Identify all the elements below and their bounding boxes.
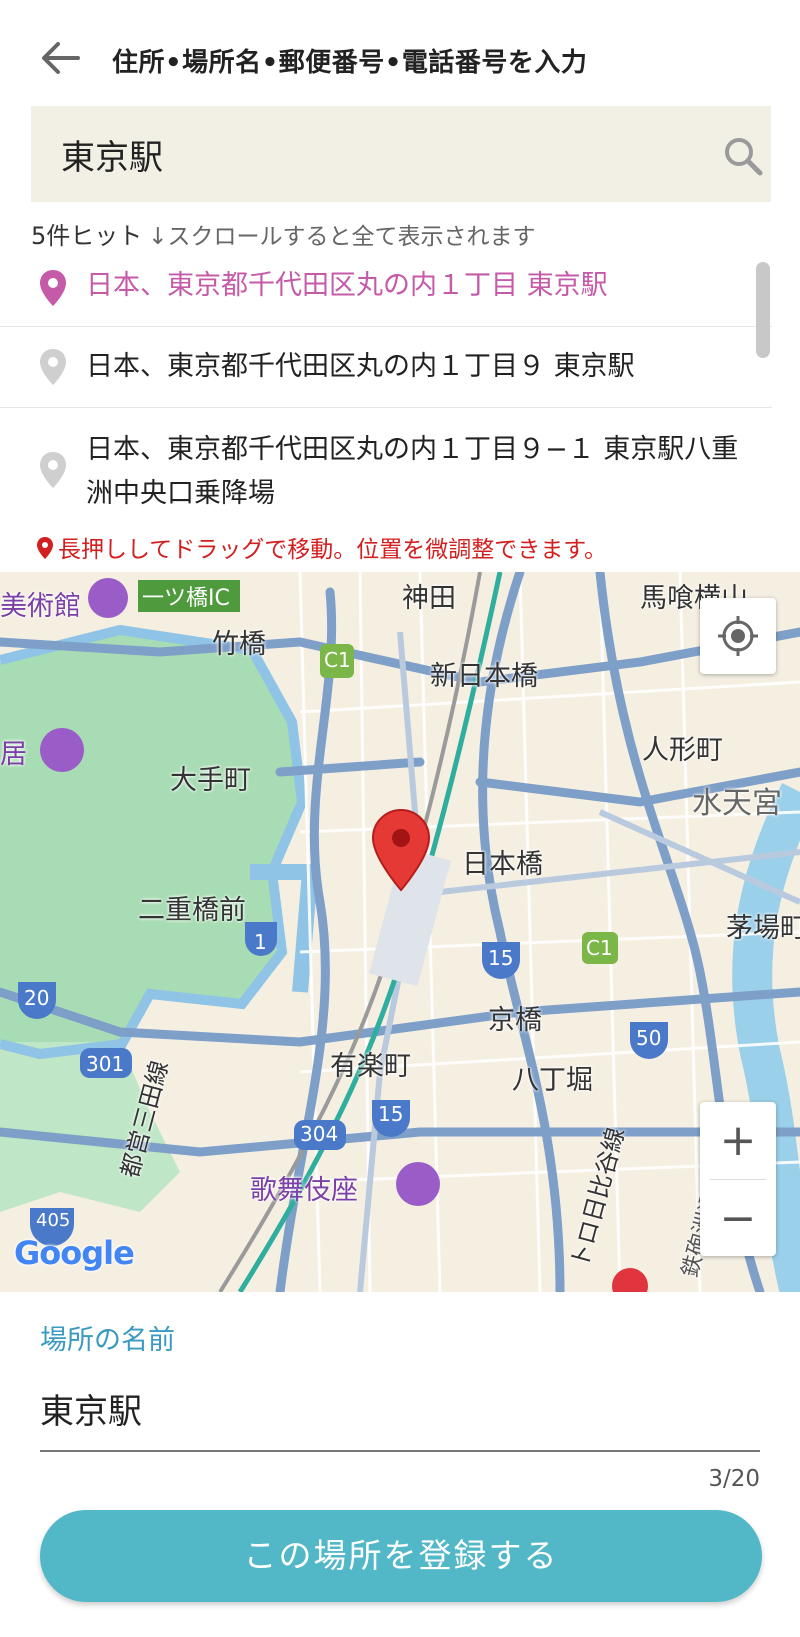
map-label: 居 [0, 739, 27, 770]
map-label: 一ツ橋IC [142, 586, 230, 611]
header: 住所•場所名•郵便番号•電話番号を入力 [0, 0, 800, 100]
location-pin-icon [40, 270, 66, 306]
search-input[interactable] [61, 124, 681, 184]
map-label: 神田 [402, 583, 456, 614]
map-label: 茅場町 [726, 913, 800, 944]
map-label: 50 [636, 1026, 662, 1050]
zoom-out-button[interactable]: − [700, 1180, 776, 1257]
list-item[interactable]: 日本、東京都千代田区丸の内１丁目９ 東京駅 [0, 327, 772, 408]
place-name-label: 場所の名前 [40, 1325, 175, 1356]
my-location-button[interactable] [700, 598, 776, 674]
map-label: 405 [36, 1210, 71, 1231]
map-label: 15 [488, 946, 514, 970]
location-pin-icon [40, 349, 66, 385]
drag-hint: 長押ししてドラッグで移動。位置を微調整できます。 [36, 530, 607, 564]
hit-count-text: 5件ヒット [31, 222, 143, 250]
crosshair-icon [718, 616, 758, 656]
list-item[interactable]: 日本、東京都千代田区丸の内１丁目９−１ 東京駅八重洲中央口乗降場 [0, 408, 772, 508]
map-label: 日本橋 [462, 849, 543, 880]
google-logo: Google [14, 1234, 135, 1272]
list-item[interactable]: 日本、東京都千代田区丸の内１丁目 東京駅 [0, 248, 772, 327]
map-label: 人形町 [642, 735, 723, 766]
map-label: 1 [254, 930, 267, 954]
zoom-in-button[interactable]: + [700, 1102, 776, 1179]
zoom-controls: + − [700, 1102, 776, 1256]
scroll-note: ↓スクロールすると全て表示されます [148, 224, 536, 250]
map-label: 八丁堀 [512, 1065, 593, 1096]
location-pin-icon [40, 452, 66, 488]
map-label: 15 [378, 1102, 404, 1126]
map-label: 二重橋前 [138, 895, 246, 926]
map-label: 大手町 [170, 765, 251, 796]
arrow-left-icon [42, 42, 80, 74]
map-label: C1 [586, 936, 613, 960]
map-label: 京橋 [488, 1005, 542, 1036]
back-button[interactable] [36, 34, 84, 82]
place-name-input[interactable] [40, 1378, 760, 1438]
map-label: 水天宮 [692, 786, 782, 821]
map-label: 新日本橋 [430, 661, 538, 692]
map-label: 美術館 [0, 591, 81, 622]
map-label: 歌舞伎座 [250, 1175, 358, 1206]
result-address: 日本、東京都千代田区丸の内１丁目９−１ 東京駅八重洲中央口乗降場 [86, 434, 739, 508]
map-label: 20 [24, 986, 50, 1010]
map-label: C1 [324, 648, 351, 672]
divider [40, 1450, 760, 1452]
search-box[interactable] [31, 106, 771, 202]
page-title: 住所•場所名•郵便番号•電話番号を入力 [112, 48, 588, 78]
result-list: 日本、東京都千代田区丸の内１丁目 東京駅 日本、東京都千代田区丸の内１丁目９ 東… [0, 248, 772, 508]
result-address: 日本、東京都千代田区丸の内１丁目９ 東京駅 [86, 351, 635, 382]
drag-hint-text: 長押ししてドラッグで移動。位置を微調整できます。 [58, 537, 608, 563]
map-canvas [0, 572, 800, 1292]
scrollbar[interactable] [756, 262, 770, 358]
map-label: 竹橋 [212, 629, 266, 660]
location-pin-icon [37, 537, 53, 559]
char-counter: 3/20 [708, 1466, 760, 1492]
register-place-button[interactable]: この場所を登録する [40, 1510, 762, 1602]
map[interactable]: 美術館 一ツ橋IC 神田 馬喰横山 竹橋 C1 新日本橋 居 大手町 人形町 水… [0, 572, 800, 1292]
search-icon[interactable] [721, 134, 765, 178]
map-label: 有楽町 [330, 1051, 411, 1082]
map-label: 304 [300, 1122, 339, 1146]
result-address: 日本、東京都千代田区丸の内１丁目 東京駅 [86, 270, 608, 301]
result-count: 5件ヒット ↓スクロールすると全て表示されます [31, 216, 536, 251]
map-label: 301 [86, 1052, 125, 1076]
